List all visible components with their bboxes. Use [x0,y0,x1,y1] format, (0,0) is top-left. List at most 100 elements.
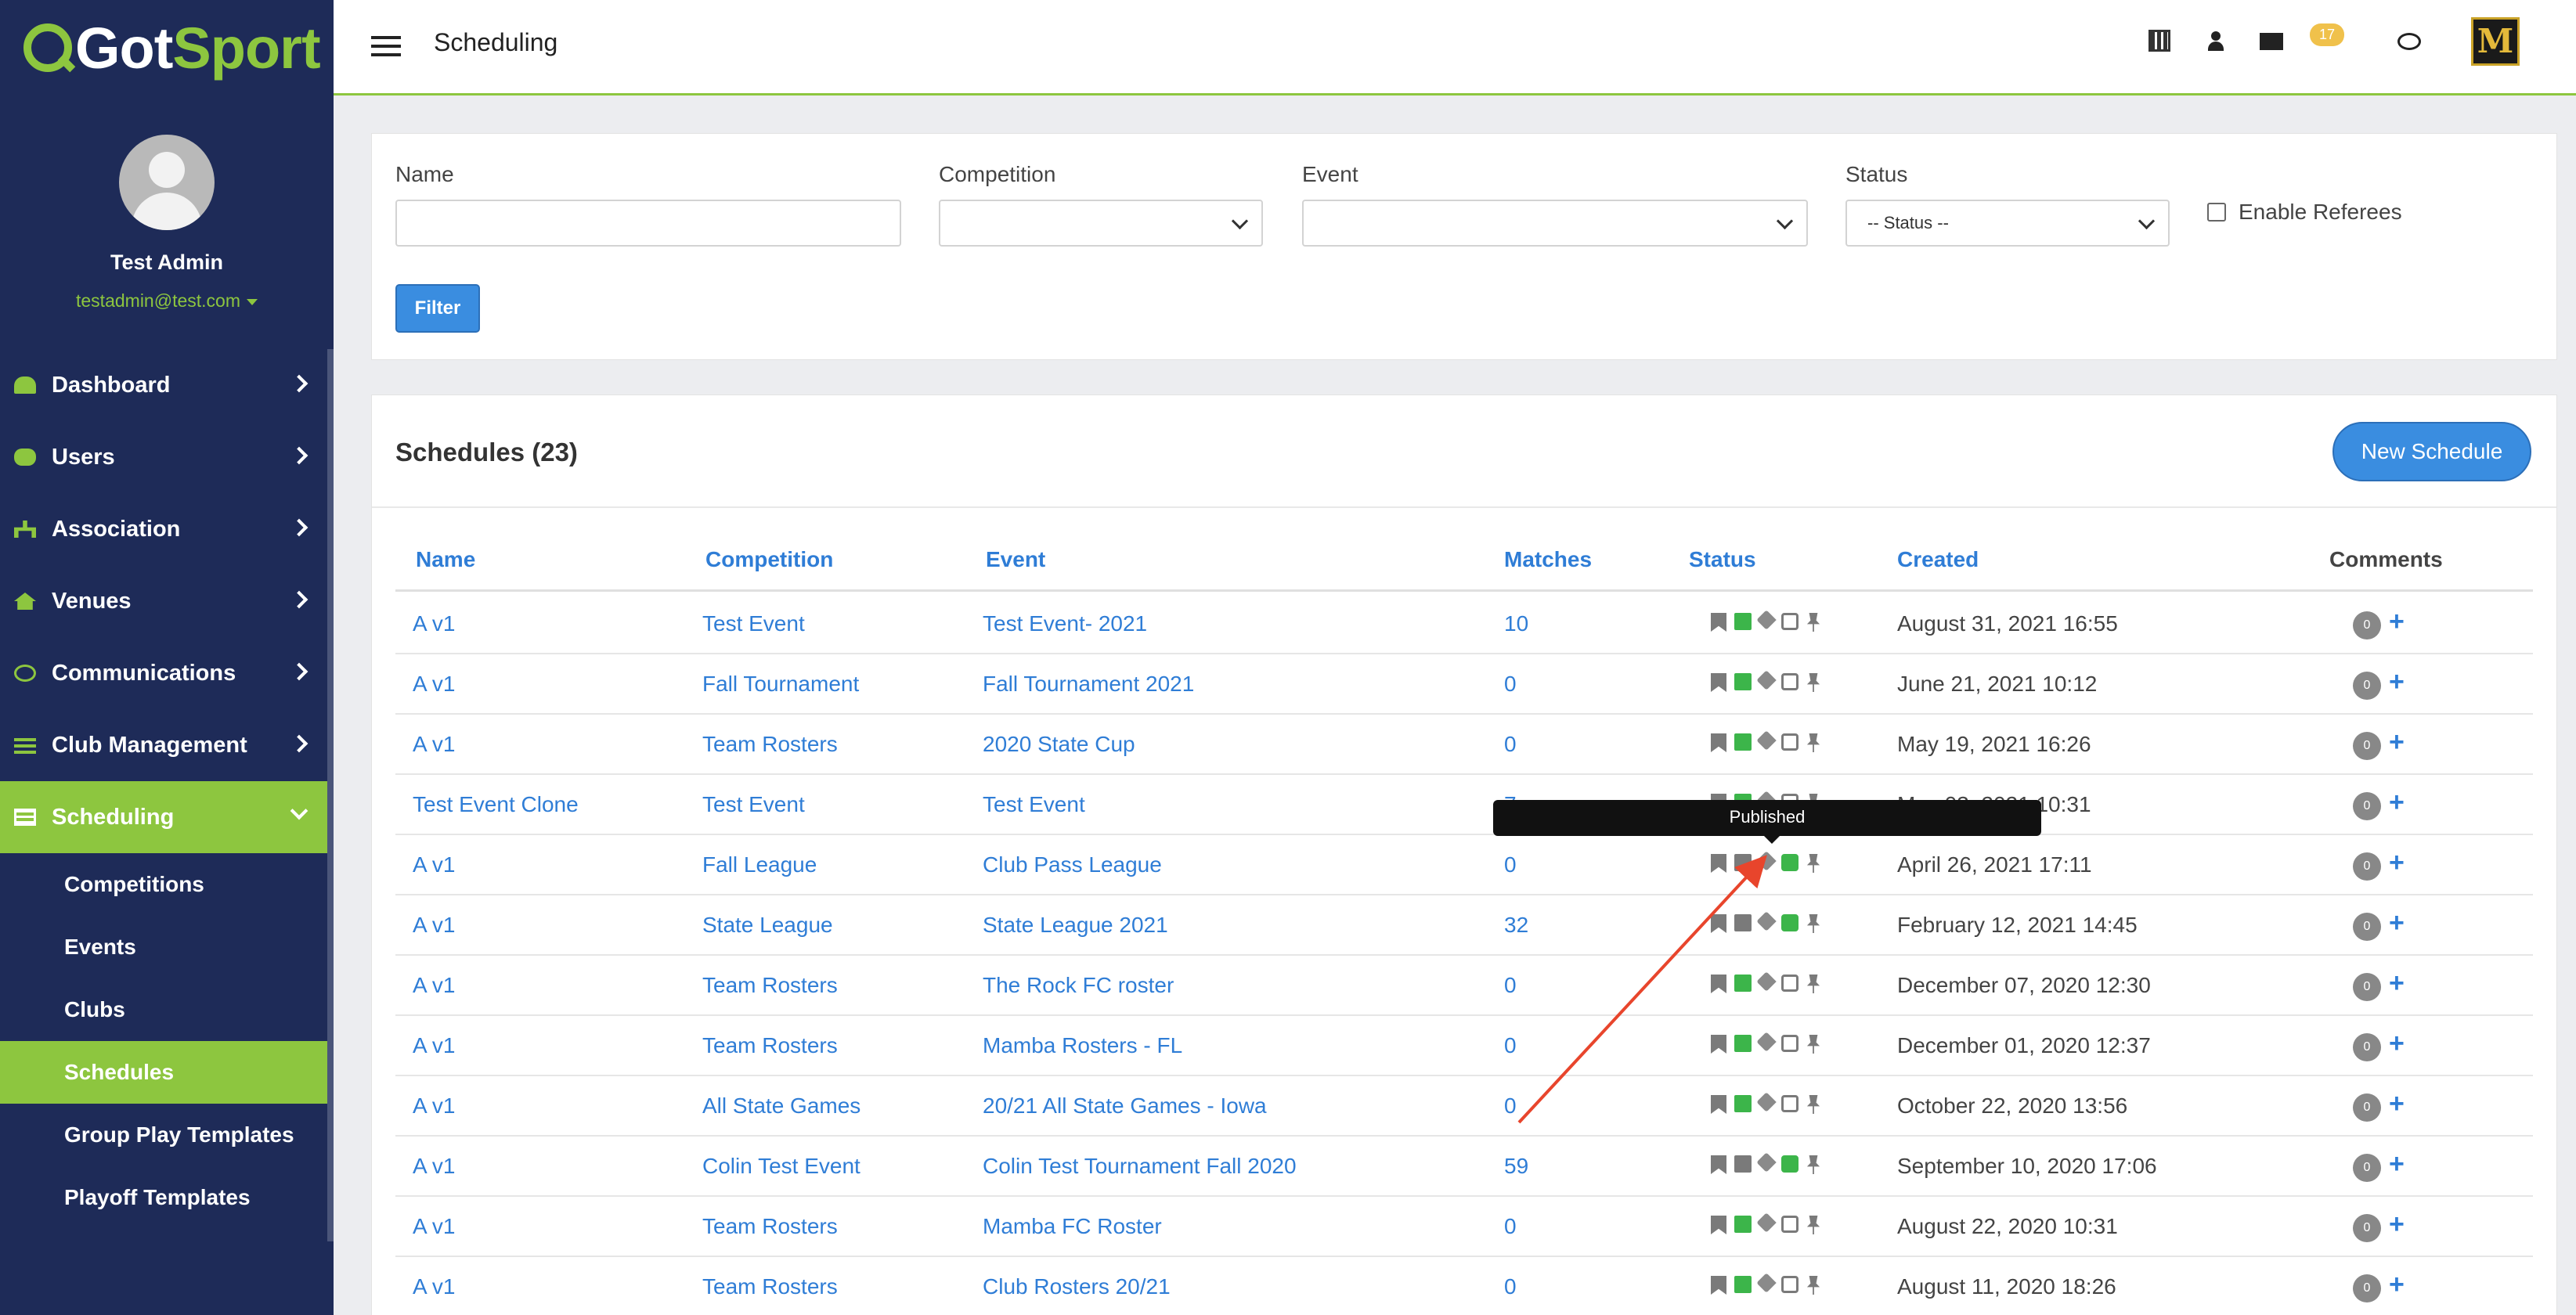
pin-icon[interactable] [1806,1276,1820,1295]
tag-icon[interactable] [1756,1273,1777,1293]
filter-button[interactable]: Filter [395,284,480,333]
competition-link[interactable]: Team Rosters [702,1033,838,1058]
comment-count-badge[interactable]: 0 [2353,1214,2381,1242]
matches-link[interactable]: 10 [1504,611,1528,636]
bookmark-icon[interactable] [1711,733,1726,752]
event-link[interactable]: Club Rosters 20/21 [983,1274,1171,1299]
event-link[interactable]: Fall Tournament 2021 [983,672,1194,697]
lock-icon[interactable] [1734,1276,1752,1293]
schedule-name-link[interactable]: Test Event Clone [413,792,579,817]
lock-icon[interactable] [1734,1035,1752,1052]
sidebar-scrollbar[interactable] [327,349,334,1241]
pin-icon[interactable] [1806,733,1820,752]
event-link[interactable]: State League 2021 [983,913,1168,938]
tag-icon[interactable] [1756,911,1777,931]
tag-icon[interactable] [1756,851,1777,871]
schedule-name-link[interactable]: A v1 [413,1214,455,1239]
sidebar-subitem-playoff-templates[interactable]: Playoff Templates [0,1166,334,1229]
add-comment-icon[interactable]: + [2389,968,2405,999]
add-comment-icon[interactable]: + [2389,727,2405,758]
lock-icon[interactable] [1734,613,1752,630]
schedule-name-link[interactable]: A v1 [413,1154,455,1179]
published-icon[interactable] [1781,1216,1799,1233]
lock-icon[interactable] [1734,975,1752,992]
competition-link[interactable]: Fall League [702,852,817,877]
competition-link[interactable]: Colin Test Event [702,1154,860,1179]
competition-link[interactable]: Test Event [702,611,805,636]
chat-icon[interactable] [2397,33,2421,50]
pin-icon[interactable] [1806,1095,1820,1114]
schedule-name-link[interactable]: A v1 [413,672,455,697]
schedule-name-link[interactable]: A v1 [413,732,455,757]
schedule-name-link[interactable]: A v1 [413,913,455,938]
published-icon[interactable] [1781,673,1799,690]
sidebar-item-club-management[interactable]: Club Management [0,709,334,781]
event-link[interactable]: The Rock FC roster [983,973,1174,998]
sidebar-subitem-events[interactable]: Events [0,916,334,978]
column-header-matches[interactable]: Matches [1504,547,1592,572]
sidebar-item-users[interactable]: Users [0,421,334,493]
column-header-created[interactable]: Created [1897,547,1979,572]
gotsport-logo[interactable]: Got Sport [0,0,334,95]
sidebar-subitem-clubs[interactable]: Clubs [0,978,334,1041]
add-comment-icon[interactable]: + [2389,1209,2405,1240]
schedule-name-link[interactable]: A v1 [413,611,455,636]
lock-icon[interactable] [1734,1155,1752,1173]
lock-icon[interactable] [1734,854,1752,871]
column-header-name[interactable]: Name [416,547,475,572]
published-icon[interactable] [1781,914,1799,931]
comment-count-badge[interactable]: 0 [2353,1154,2381,1182]
event-link[interactable]: Colin Test Tournament Fall 2020 [983,1154,1297,1179]
sidebar-item-communications[interactable]: Communications [0,637,334,709]
lock-icon[interactable] [1734,1216,1752,1233]
sidebar-item-dashboard[interactable]: Dashboard [0,349,334,421]
new-schedule-button[interactable]: New Schedule [2332,422,2531,481]
schedule-name-link[interactable]: A v1 [413,1274,455,1299]
competition-link[interactable]: Team Rosters [702,732,838,757]
hamburger-menu-icon[interactable] [371,36,401,56]
tag-icon[interactable] [1756,670,1777,690]
bookmark-icon[interactable] [1711,1035,1726,1054]
competition-select[interactable] [939,200,1263,247]
event-link[interactable]: Test Event [983,792,1085,817]
competition-link[interactable]: Team Rosters [702,973,838,998]
published-icon[interactable] [1781,1276,1799,1293]
tag-icon[interactable] [1756,610,1777,630]
column-header-status[interactable]: Status [1689,547,1756,572]
published-icon[interactable] [1781,613,1799,630]
event-link[interactable]: Club Pass League [983,852,1162,877]
competition-link[interactable]: Fall Tournament [702,672,859,697]
tag-icon[interactable] [1756,1212,1777,1233]
published-icon[interactable] [1781,1095,1799,1112]
comment-count-badge[interactable]: 0 [2353,672,2381,700]
pin-icon[interactable] [1806,914,1820,933]
lock-icon[interactable] [1734,673,1752,690]
matches-link[interactable]: 0 [1504,973,1517,998]
event-link[interactable]: Test Event- 2021 [983,611,1147,636]
published-icon[interactable] [1781,975,1799,992]
pin-icon[interactable] [1806,975,1820,993]
schedule-name-link[interactable]: A v1 [413,973,455,998]
add-comment-icon[interactable]: + [2389,607,2405,637]
add-comment-icon[interactable]: + [2389,1089,2405,1119]
bookmark-icon[interactable] [1711,975,1726,993]
comment-count-badge[interactable]: 0 [2353,1274,2381,1302]
matches-link[interactable]: 0 [1504,732,1517,757]
pin-icon[interactable] [1806,854,1820,873]
competition-link[interactable]: All State Games [702,1093,860,1119]
bookmark-icon[interactable] [1711,1216,1726,1234]
event-link[interactable]: 20/21 All State Games - Iowa [983,1093,1267,1119]
pin-icon[interactable] [1806,613,1820,632]
published-icon[interactable] [1781,1035,1799,1052]
add-comment-icon[interactable]: + [2389,1149,2405,1180]
tag-icon[interactable] [1756,1092,1777,1112]
lock-icon[interactable] [1734,733,1752,751]
event-link[interactable]: Mamba FC Roster [983,1214,1162,1239]
competition-link[interactable]: Team Rosters [702,1214,838,1239]
add-comment-icon[interactable]: + [2389,1029,2405,1059]
tag-icon[interactable] [1756,971,1777,992]
published-icon[interactable] [1781,1155,1799,1173]
matches-link[interactable]: 0 [1504,1274,1517,1299]
organization-avatar[interactable]: M [2471,17,2520,66]
matches-link[interactable]: 59 [1504,1154,1528,1179]
